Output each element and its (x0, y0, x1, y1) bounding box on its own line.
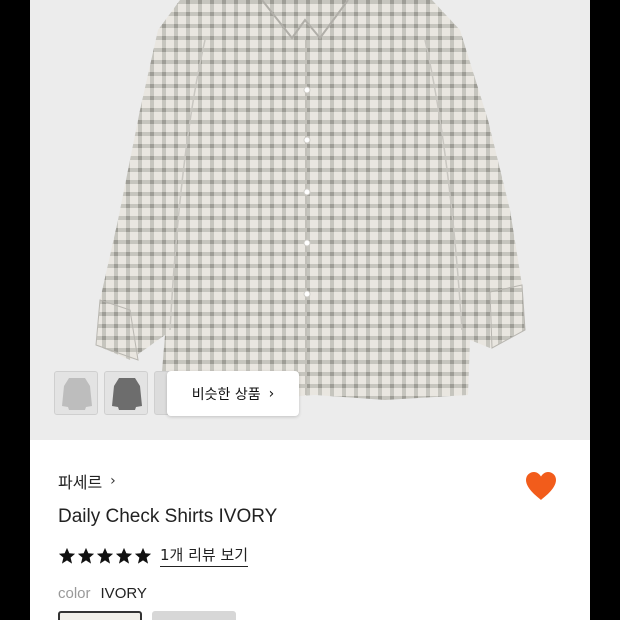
star-icon (77, 547, 95, 564)
thumbnail-ivory[interactable] (54, 371, 98, 415)
star-icon (58, 547, 76, 564)
similar-products-button[interactable]: 비슷한 상품 › (167, 371, 299, 416)
product-title: Daily Check Shirts IVORY (58, 506, 278, 527)
rating-row: 1개 리뷰 보기 (58, 544, 249, 567)
color-label: color (58, 585, 91, 602)
chevron-right-icon: › (110, 473, 116, 489)
color-option-ivory[interactable] (58, 611, 142, 620)
chevron-right-icon: › (268, 385, 275, 402)
brand-name: 파세르 (58, 473, 103, 492)
similar-products-label: 비슷한 상품 (191, 386, 261, 403)
shirt-thumbnail-icon (105, 372, 147, 414)
review-link[interactable]: 1개 리뷰 보기 (160, 544, 249, 567)
color-row: color IVORY (58, 585, 147, 602)
thumbnail-charcoal[interactable] (104, 371, 148, 415)
color-value: IVORY (100, 585, 147, 602)
star-icon (115, 547, 133, 564)
product-image[interactable]: 비슷한 상품 › (30, 0, 590, 440)
product-page: 비슷한 상품 › 파세르 › Daily Check Shirts IVORY … (30, 0, 590, 620)
star-icon (96, 547, 114, 564)
star-rating (58, 547, 152, 565)
heart-icon[interactable] (524, 470, 558, 502)
color-option-other[interactable] (152, 611, 236, 620)
star-icon (134, 547, 152, 564)
brand-link[interactable]: 파세르 › (58, 469, 116, 493)
product-info: 파세르 › Daily Check Shirts IVORY 1개 리뷰 보기 … (30, 440, 590, 620)
shirt-thumbnail-icon (55, 372, 97, 414)
